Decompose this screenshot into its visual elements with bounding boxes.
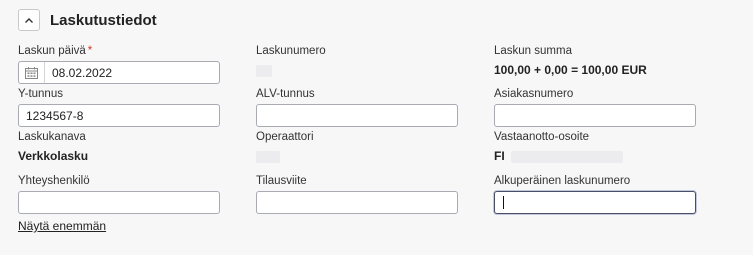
invoice-date-label: Laskun päivä * [18, 45, 93, 57]
contact-person-label: Yhteyshenkilö [18, 175, 90, 187]
business-id-field: Y-tunnus 1234567-8 [18, 87, 220, 127]
invoice-channel-field: Laskukanava Verkkolasku [18, 130, 220, 163]
original-invoice-number-label: Alkuperäinen laskunumero [494, 175, 631, 187]
operator-field: Operaattori [256, 130, 458, 163]
invoice-number-field: Laskunumero [256, 44, 458, 77]
business-id-input[interactable]: 1234567-8 [18, 104, 220, 127]
operator-value [256, 149, 458, 163]
order-reference-input[interactable] [256, 191, 458, 214]
invoice-channel-label: Laskukanava [18, 131, 86, 143]
invoice-date-value: 08.02.2022 [52, 65, 113, 80]
business-id-value: 1234567-8 [26, 108, 84, 123]
original-invoice-number-input[interactable] [494, 191, 696, 214]
invoice-date-input[interactable]: 08.02.2022 [18, 61, 220, 84]
vat-id-input[interactable] [256, 104, 458, 127]
billing-info-section: Laskutustiedot Laskun päivä * 08.02.2022… [0, 0, 753, 255]
contact-person-field: Yhteyshenkilö [18, 174, 220, 214]
calendar-icon [25, 66, 38, 79]
order-reference-label: Tilausviite [256, 175, 307, 187]
customer-number-label: Asiakasnumero [494, 88, 574, 100]
contact-person-input[interactable] [18, 191, 220, 214]
section-title: Laskutustiedot [50, 11, 157, 29]
vat-id-field: ALV-tunnus [256, 87, 458, 127]
business-id-label: Y-tunnus [18, 88, 63, 100]
invoice-sum-label: Laskun summa [494, 45, 572, 57]
section-header: Laskutustiedot [18, 9, 157, 31]
chevron-up-icon [25, 17, 33, 23]
invoice-sum-field: Laskun summa 100,00 + 0,00 = 100,00 EUR [494, 44, 744, 77]
customer-number-input[interactable] [494, 104, 696, 127]
original-invoice-number-field: Alkuperäinen laskunumero [494, 174, 696, 214]
show-more-link[interactable]: Näytä enemmän [18, 219, 106, 233]
text-cursor [503, 196, 504, 209]
required-marker: * [87, 45, 93, 57]
vat-id-label: ALV-tunnus [256, 88, 315, 100]
operator-label: Operaattori [256, 131, 314, 143]
collapse-section-button[interactable] [18, 9, 40, 31]
invoice-channel-value: Verkkolasku [18, 149, 89, 163]
order-reference-field: Tilausviite [256, 174, 458, 214]
customer-number-field: Asiakasnumero [494, 87, 696, 127]
invoice-sum-value: 100,00 + 0,00 = 100,00 EUR [494, 63, 647, 77]
calendar-button[interactable] [19, 62, 45, 83]
receiving-address-label: Vastaanotto-osoite [494, 131, 590, 143]
invoice-number-label: Laskunumero [256, 45, 326, 57]
invoice-number-value [256, 63, 458, 77]
receiving-address-value: FI [494, 149, 744, 163]
invoice-date-field: Laskun päivä * 08.02.2022 [18, 44, 220, 84]
receiving-address-field: Vastaanotto-osoite FI [494, 130, 744, 163]
